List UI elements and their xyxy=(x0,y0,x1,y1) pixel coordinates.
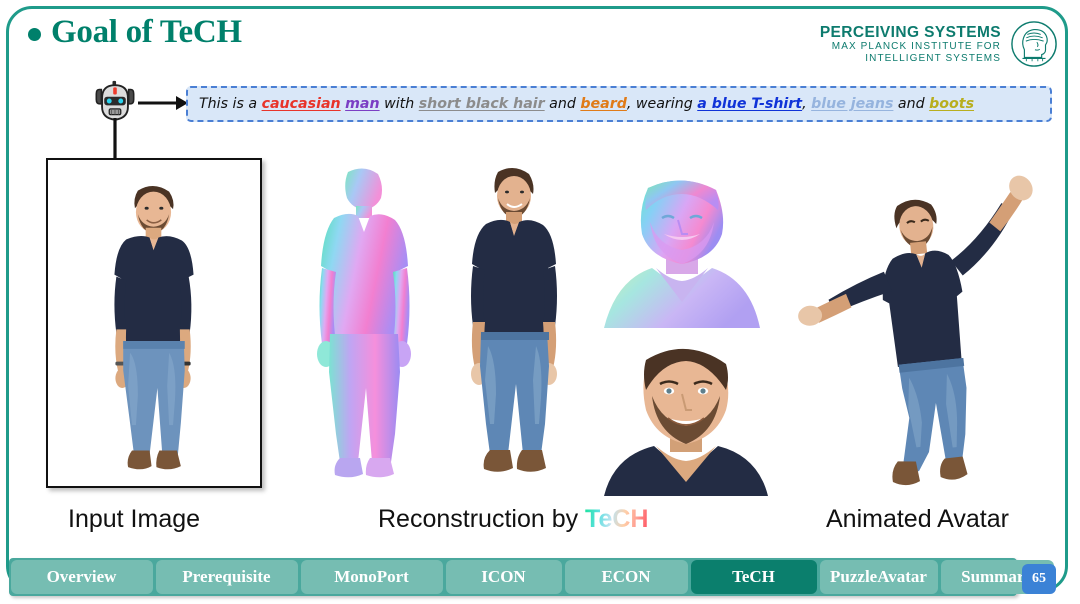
nav-item-icon[interactable]: ICON xyxy=(445,560,562,594)
prompt-segment-10: , xyxy=(802,96,812,112)
bullet-dot-icon xyxy=(28,28,41,41)
section-nav-bar[interactable]: Overview Prerequisite MonoPort ICON ECON TeCH… xyxy=(9,558,1054,596)
animated-avatar-figure xyxy=(798,175,1033,486)
title-text: Goal of TeCH xyxy=(51,14,242,50)
prompt-segment-13: boots xyxy=(929,96,975,112)
logo-line-1: PERCEIVING SYSTEMS xyxy=(819,24,1001,42)
nav-item-puzzleavatar[interactable]: PuzzleAvatar xyxy=(819,560,938,594)
input-person-photo xyxy=(48,161,259,484)
prompt-segment-7: beard xyxy=(580,96,627,112)
nav-item-prerequisite[interactable]: Prerequisite xyxy=(155,560,298,594)
input-image-frame xyxy=(46,158,262,488)
prompt-segment-5: short black hair xyxy=(418,96,545,112)
logo-line-2: MAX PLANCK INSTITUTE FOR xyxy=(831,41,1001,53)
nav-item-econ[interactable]: ECON xyxy=(564,560,688,594)
prompt-segment-1: caucasian xyxy=(261,96,341,112)
page-number-badge: 65 xyxy=(1022,564,1056,594)
minerva-head-icon xyxy=(1011,21,1057,67)
caption-reconstruction-prefix: Reconstruction by xyxy=(378,505,586,533)
institute-logo: PERCEIVING SYSTEMS MAX PLANCK INSTITUTE … xyxy=(820,20,1058,68)
prompt-segment-9: a blue T-shirt xyxy=(697,96,803,112)
prompt-segment-11: blue jeans xyxy=(811,96,894,112)
logo-line-3: INTELLIGENT SYSTEMS xyxy=(865,52,1001,64)
nav-item-monoport[interactable]: MonoPort xyxy=(300,560,443,594)
prompt-segment-12: and xyxy=(893,96,930,112)
slide: Goal of TeCH PERCEIVING SYSTEMS MAX PLAN… xyxy=(0,0,1080,604)
page-title: Goal of TeCH xyxy=(28,14,242,51)
prompt-segment-3: man xyxy=(345,96,380,112)
textured-face-figure xyxy=(604,334,768,496)
text-prompt-content: This is a caucasian man with short black… xyxy=(199,96,974,112)
caption-tech-brand: TeCH xyxy=(585,505,649,533)
caption-animated-avatar: Animated Avatar xyxy=(826,505,1009,533)
caption-reconstruction: Reconstruction by TeCH xyxy=(378,505,648,534)
prompt-segment-0: This is a xyxy=(199,96,262,112)
nav-item-overview[interactable]: Overview xyxy=(10,560,153,594)
connector-line xyxy=(113,118,117,158)
prompt-segment-4: with xyxy=(379,96,419,112)
prompt-segment-6: and xyxy=(544,96,581,112)
prompt-segment-8: , wearing xyxy=(626,96,698,112)
normal-map-bust-figure xyxy=(604,180,760,328)
normal-map-body-figure xyxy=(317,168,411,478)
figure-captions-row: Input Image Reconstruction by TeCH Anima… xyxy=(0,505,1080,541)
textured-reconstruction-figure xyxy=(471,167,557,472)
right-arrow-icon xyxy=(138,96,188,110)
nav-item-tech[interactable]: TeCH xyxy=(690,560,817,594)
text-prompt-box: This is a caucasian man with short black… xyxy=(186,86,1052,122)
caption-input-image: Input Image xyxy=(68,505,201,533)
